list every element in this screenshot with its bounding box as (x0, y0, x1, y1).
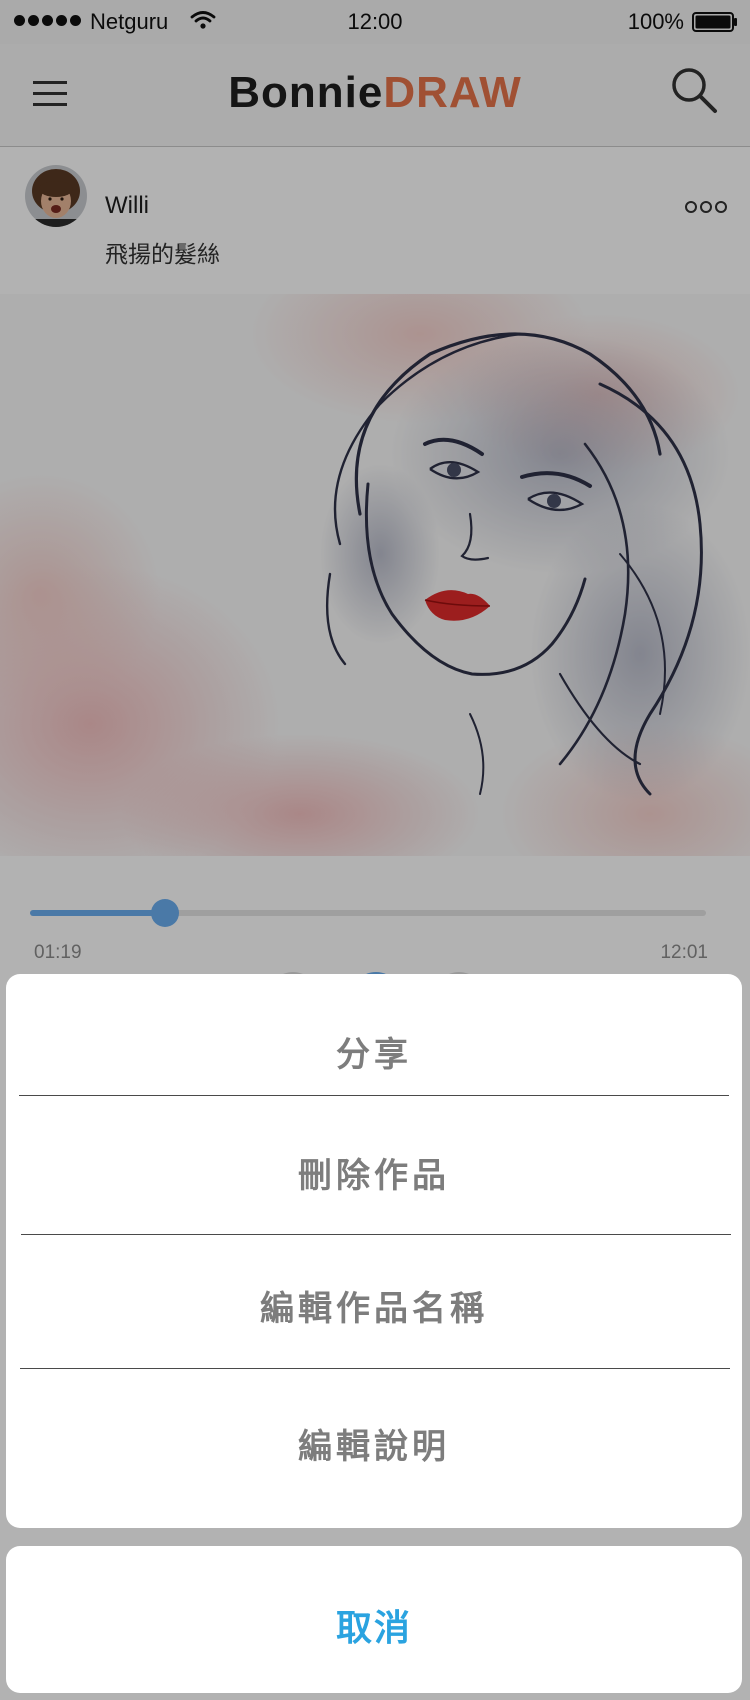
action-sheet: 分享 刪除作品 編輯作品名稱 編輯說明 (6, 974, 742, 1528)
cancel-label: 取消 (335, 1607, 412, 1648)
sheet-divider (19, 1095, 729, 1096)
delete-artwork-action[interactable]: 刪除作品 (6, 1148, 742, 1197)
sheet-divider (20, 1368, 730, 1369)
edit-description-action[interactable]: 編輯說明 (6, 1419, 742, 1468)
cancel-button[interactable]: 取消 (6, 1546, 742, 1693)
sheet-divider (21, 1234, 731, 1235)
edit-artwork-name-action[interactable]: 編輯作品名稱 (6, 1281, 742, 1330)
share-action[interactable]: 分享 (6, 1027, 742, 1076)
